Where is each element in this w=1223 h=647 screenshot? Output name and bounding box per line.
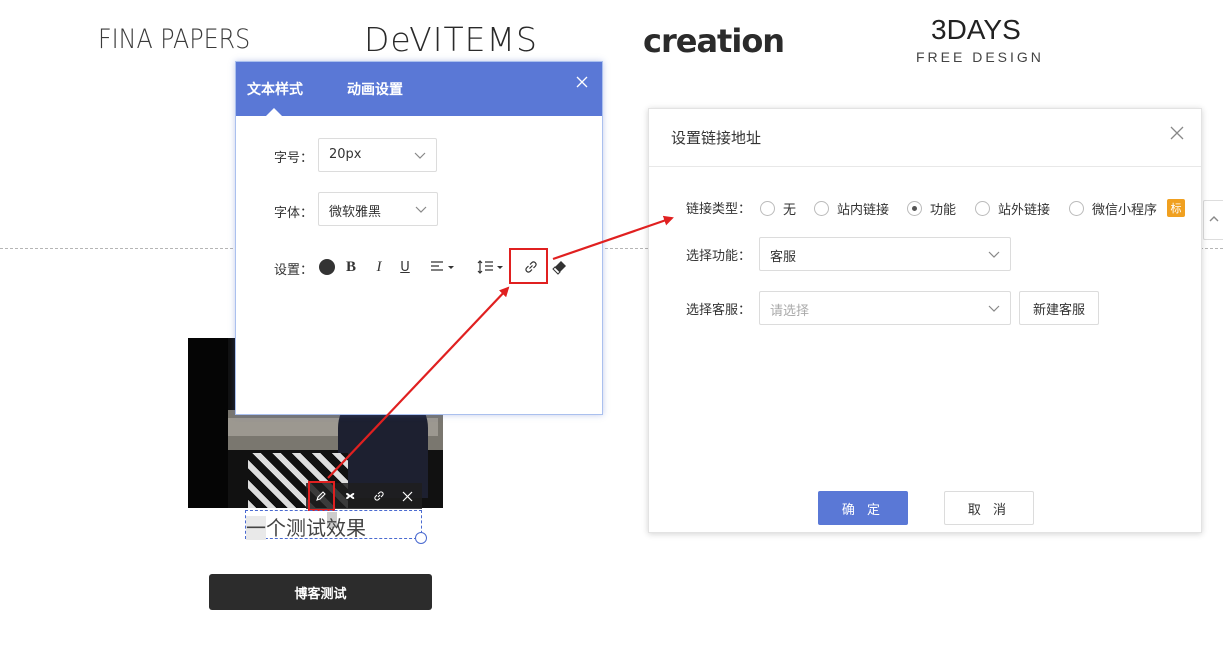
- dialog-title: 设置链接地址: [671, 129, 762, 147]
- animation-icon: [345, 492, 354, 500]
- cancel-button[interactable]: 取 消: [944, 491, 1034, 525]
- panel-header: 文本样式 动画设置: [236, 62, 602, 116]
- color-dot-icon: [319, 259, 335, 275]
- radio-internal-link[interactable]: 站内链接: [814, 199, 889, 218]
- radio-circle: [1069, 201, 1084, 216]
- service-select[interactable]: 请选择: [759, 291, 1011, 325]
- radio-function[interactable]: 功能: [907, 199, 956, 218]
- radio-circle-checked: [907, 201, 922, 216]
- text-style-panel: 文本样式 动画设置 字号： 20px 字体： 微软雅黑 设置： B I U: [235, 61, 603, 415]
- logo-3days: 3DAYS: [931, 14, 1021, 45]
- link-type-label: 链接类型：: [686, 202, 752, 217]
- logo-devitems: DeVITEMS: [364, 20, 538, 59]
- blog-test-button[interactable]: 博客测试: [209, 574, 432, 610]
- font-size-label: 字号：: [274, 151, 314, 166]
- logo-fina-papers: FINA PAPERS: [98, 24, 251, 55]
- resize-handle[interactable]: [415, 532, 427, 544]
- clear-format-button[interactable]: [550, 256, 570, 278]
- radio-external-link[interactable]: 站外链接: [975, 199, 1050, 218]
- close-icon[interactable]: [575, 75, 589, 89]
- logo-3days-subtitle: FREE DESIGN: [916, 49, 1044, 65]
- mark-badge: 标: [1167, 199, 1185, 217]
- settings-label: 设置：: [274, 263, 314, 278]
- chevron-up-icon: [1209, 216, 1219, 222]
- link-settings-dialog: 设置链接地址 链接类型： 无 站内链接 功能 站外链接 微信小程序 标 选择功能…: [648, 108, 1202, 533]
- bold-button[interactable]: B: [342, 256, 360, 278]
- radio-circle: [975, 201, 990, 216]
- function-select[interactable]: 客服: [759, 237, 1011, 271]
- align-left-icon: [431, 261, 454, 271]
- radio-none[interactable]: 无: [760, 199, 796, 218]
- italic-button[interactable]: I: [370, 256, 388, 278]
- new-service-button[interactable]: 新建客服: [1019, 291, 1099, 325]
- remove-button[interactable]: [393, 483, 422, 509]
- annotation-box-link: [509, 248, 548, 284]
- chevron-down-icon: [415, 206, 427, 213]
- selected-text[interactable]: 一个测试效果: [246, 512, 366, 541]
- tab-animation-settings[interactable]: 动画设置: [347, 79, 403, 99]
- line-height-button[interactable]: [476, 256, 508, 278]
- eraser-icon: [552, 261, 566, 275]
- tab-text-style[interactable]: 文本样式: [247, 79, 303, 99]
- radio-mini-program[interactable]: 微信小程序: [1069, 199, 1157, 218]
- editor-canvas: FINA PAPERS DeVITEMS creation 3DAYS FREE…: [0, 0, 1223, 647]
- logo-creation: creation: [643, 22, 785, 60]
- text-color-button[interactable]: [318, 256, 336, 278]
- scroll-up-button[interactable]: [1203, 200, 1223, 240]
- image-link-button[interactable]: [364, 483, 393, 509]
- underline-button[interactable]: U: [396, 256, 414, 278]
- font-size-select[interactable]: 20px: [318, 138, 437, 172]
- function-label: 选择功能：: [686, 249, 752, 264]
- chevron-down-icon: [988, 251, 1000, 258]
- font-family-label: 字体：: [274, 206, 314, 221]
- animation-button[interactable]: [335, 483, 364, 509]
- font-family-select[interactable]: 微软雅黑: [318, 192, 438, 226]
- link-icon: [373, 491, 384, 501]
- align-button[interactable]: [428, 256, 458, 278]
- close-icon: [402, 491, 413, 501]
- chevron-down-icon: [414, 152, 426, 159]
- confirm-button[interactable]: 确 定: [818, 491, 908, 525]
- radio-circle: [760, 201, 775, 216]
- chevron-down-icon: [988, 305, 1000, 312]
- line-height-icon: [477, 260, 503, 274]
- close-icon[interactable]: [1169, 125, 1185, 141]
- radio-circle: [814, 201, 829, 216]
- service-label: 选择客服：: [686, 303, 752, 318]
- annotation-box-edit: [308, 481, 335, 511]
